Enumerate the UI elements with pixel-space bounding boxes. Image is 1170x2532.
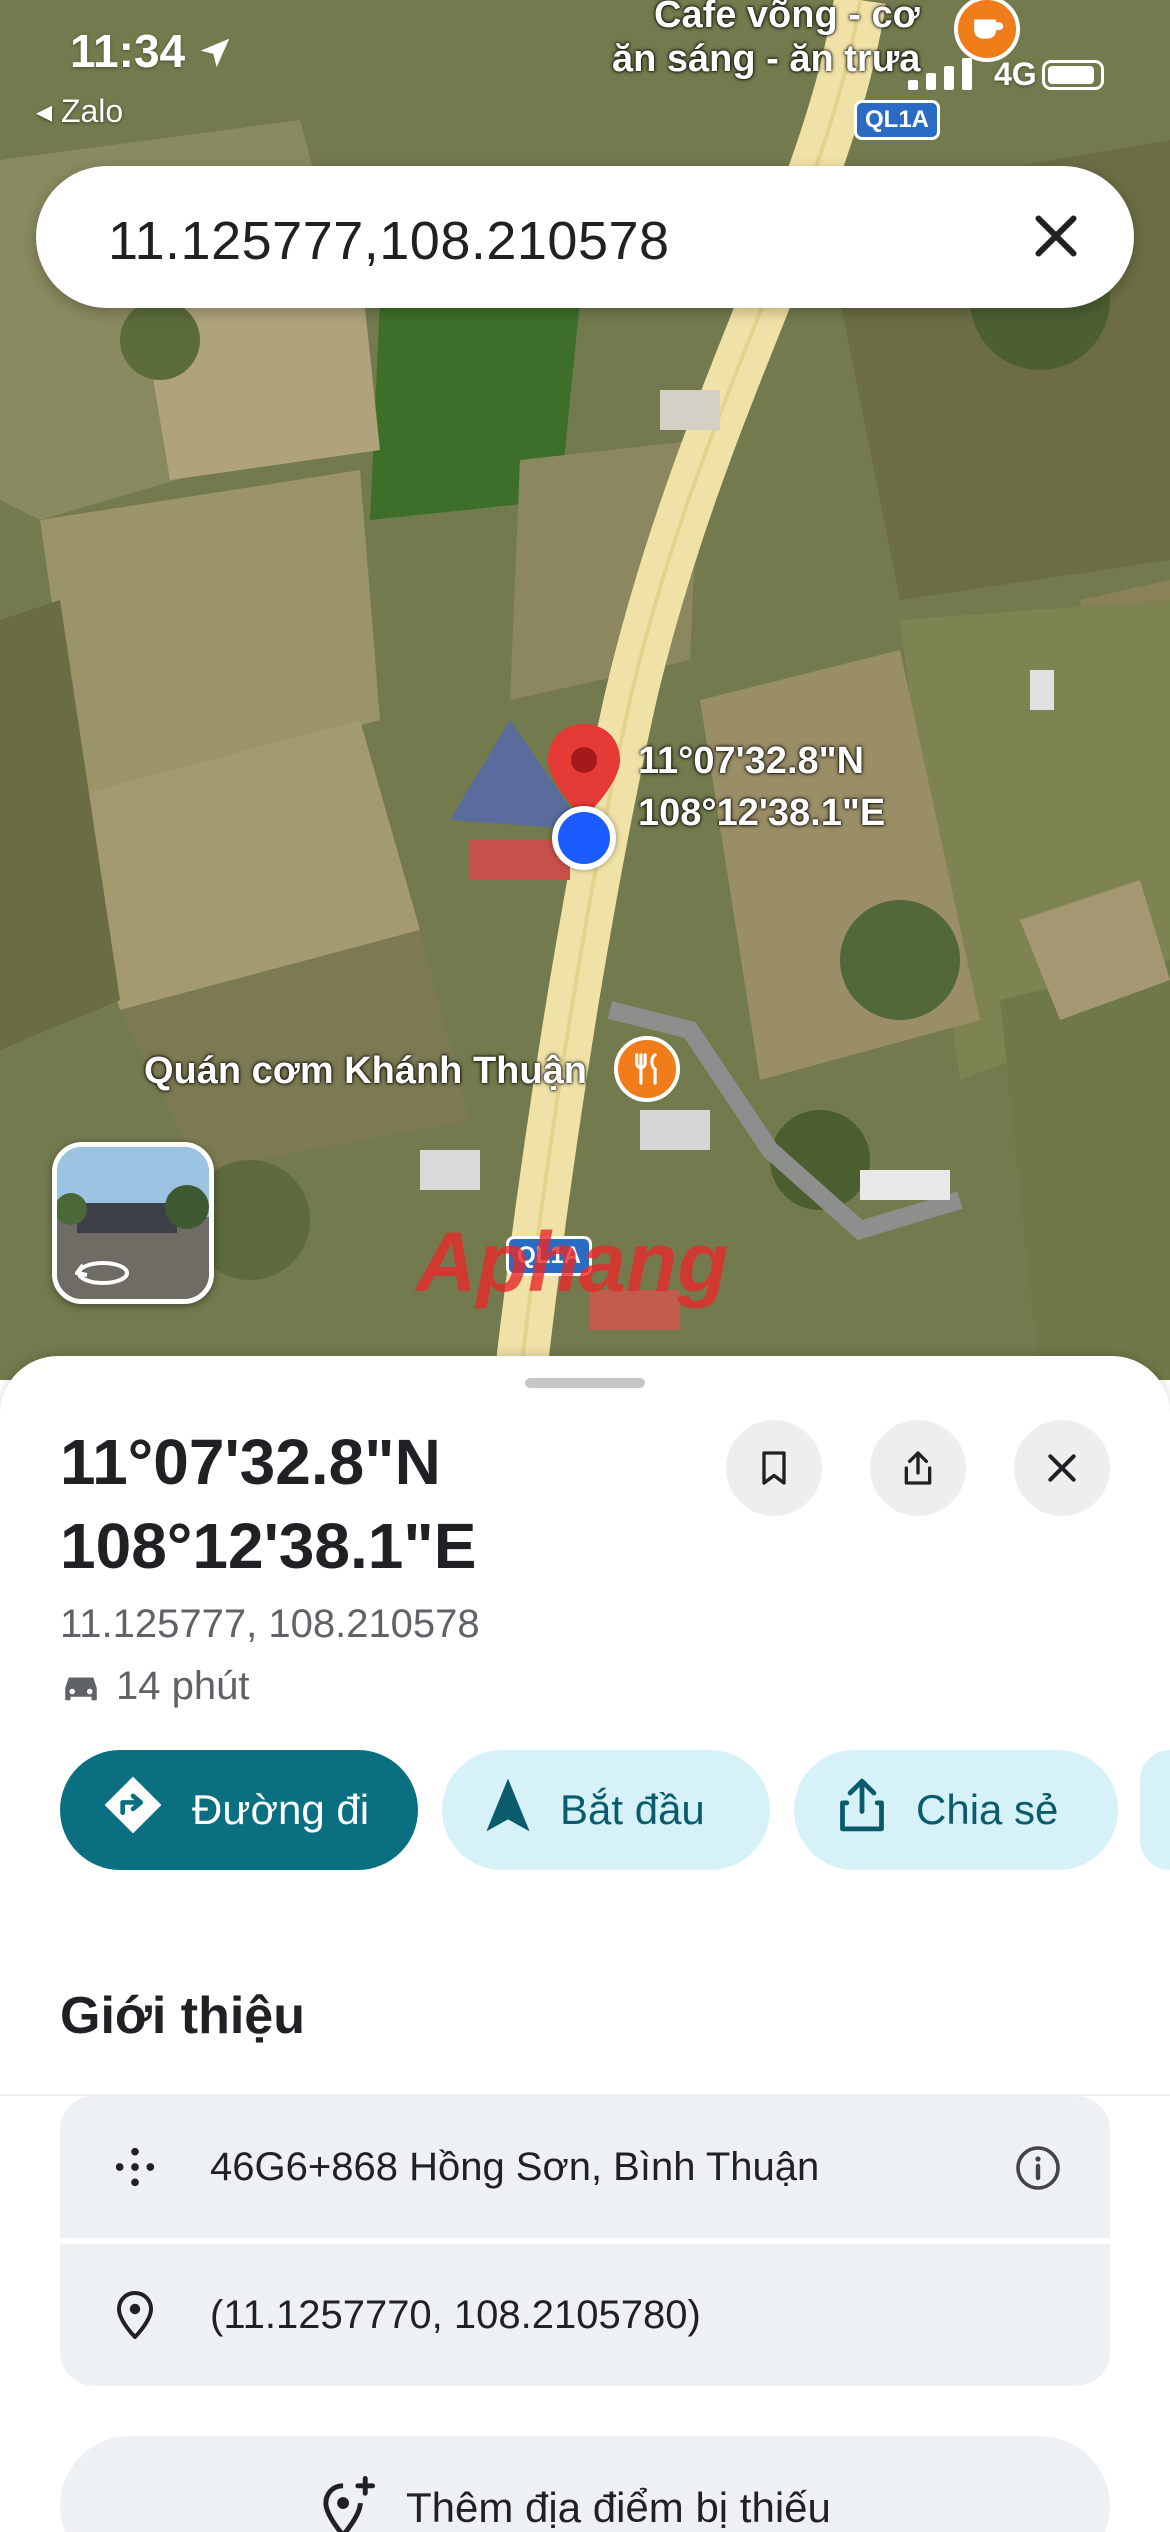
poi-label-cafe-line1[interactable]: Cafe võng - cơ (654, 0, 920, 37)
network-type: 4G (994, 56, 1037, 92)
share-icon (904, 1451, 932, 1485)
directions-label: Đường đi (192, 1786, 370, 1833)
clear-search-icon[interactable] (1026, 206, 1086, 266)
start-button[interactable]: Bắt đầu (442, 1750, 770, 1870)
location-pin-icon (60, 2291, 210, 2339)
save-button[interactable] (726, 1420, 822, 1516)
info-icon[interactable] (1014, 2144, 1062, 2192)
close-icon (1048, 1454, 1076, 1482)
place-title-lat: 11°07'32.8"N (60, 1426, 441, 1498)
location-arrow-icon (200, 38, 230, 68)
rotate-360-icon (75, 1261, 129, 1285)
directions-icon (102, 1774, 164, 1846)
car-icon (65, 1677, 97, 1701)
street-view-thumbnail[interactable] (52, 1142, 214, 1304)
route-shield-top: QL1A (854, 100, 941, 140)
share-icon-button[interactable] (870, 1420, 966, 1516)
directions-button[interactable]: Đường đi (60, 1750, 418, 1870)
share-chip-icon (836, 1774, 888, 1846)
plus-code-row[interactable]: 46G6+868 Hồng Sơn, Bình Thuận (60, 2096, 1110, 2238)
about-heading: Giới thiệu (60, 1987, 305, 2045)
close-button[interactable] (1014, 1420, 1110, 1516)
pin-label-lng: 108°12'38.1"E (638, 792, 886, 834)
watermark: Aphang (416, 1215, 729, 1309)
back-to-app-link[interactable]: ◂ Zalo (36, 92, 123, 130)
search-input[interactable]: 11.125777,108.210578 (108, 210, 670, 272)
navigation-arrow-icon (484, 1775, 532, 1845)
drive-time-text: 14 phút (116, 1664, 250, 1708)
add-place-icon (323, 2476, 376, 2532)
bookmark-icon (762, 1451, 786, 1485)
start-label: Bắt đầu (560, 1786, 705, 1833)
search-bar[interactable]: 11.125777,108.210578 (36, 166, 1134, 308)
status-time: 11:34 (70, 25, 186, 77)
precise-coordinates-text: (11.1257770, 108.2105780) (210, 2292, 701, 2337)
coordinates-row[interactable]: (11.1257770, 108.2105780) (60, 2244, 1110, 2386)
my-location-dot (552, 806, 616, 870)
share-label: Chia sẻ (916, 1786, 1059, 1833)
place-title: 11°07'32.8"N 108°12'38.1"E (60, 1420, 476, 1588)
plus-code-icon (60, 2144, 210, 2190)
place-bottom-sheet[interactable]: 11°07'32.8"N 108°12'38.1"E 11.125777, 10… (0, 1356, 1170, 2532)
more-actions-chip[interactable] (1140, 1750, 1170, 1870)
sheet-drag-handle[interactable] (525, 1378, 645, 1388)
restaurant-poi-icon[interactable] (614, 1036, 680, 1102)
pin-label-lat: 11°07'32.8"N (638, 740, 865, 782)
plus-code-text: 46G6+868 Hồng Sơn, Bình Thuận (210, 2144, 820, 2189)
battery-icon (1042, 60, 1104, 90)
poi-label-restaurant[interactable]: Quán cơm Khánh Thuận (144, 1050, 587, 1093)
share-button[interactable]: Chia sẻ (794, 1750, 1118, 1870)
place-title-lng: 108°12'38.1"E (60, 1510, 477, 1582)
add-missing-place-button[interactable]: Thêm địa điểm bị thiếu (60, 2436, 1110, 2532)
add-missing-place-label: Thêm địa điểm bị thiếu (406, 2484, 831, 2531)
decimal-coordinates: 11.125777, 108.210578 (60, 1602, 480, 1646)
drive-time: 14 phút (60, 1664, 249, 1709)
poi-label-cafe-line2[interactable]: ăn sáng - ăn trưa (612, 38, 920, 81)
